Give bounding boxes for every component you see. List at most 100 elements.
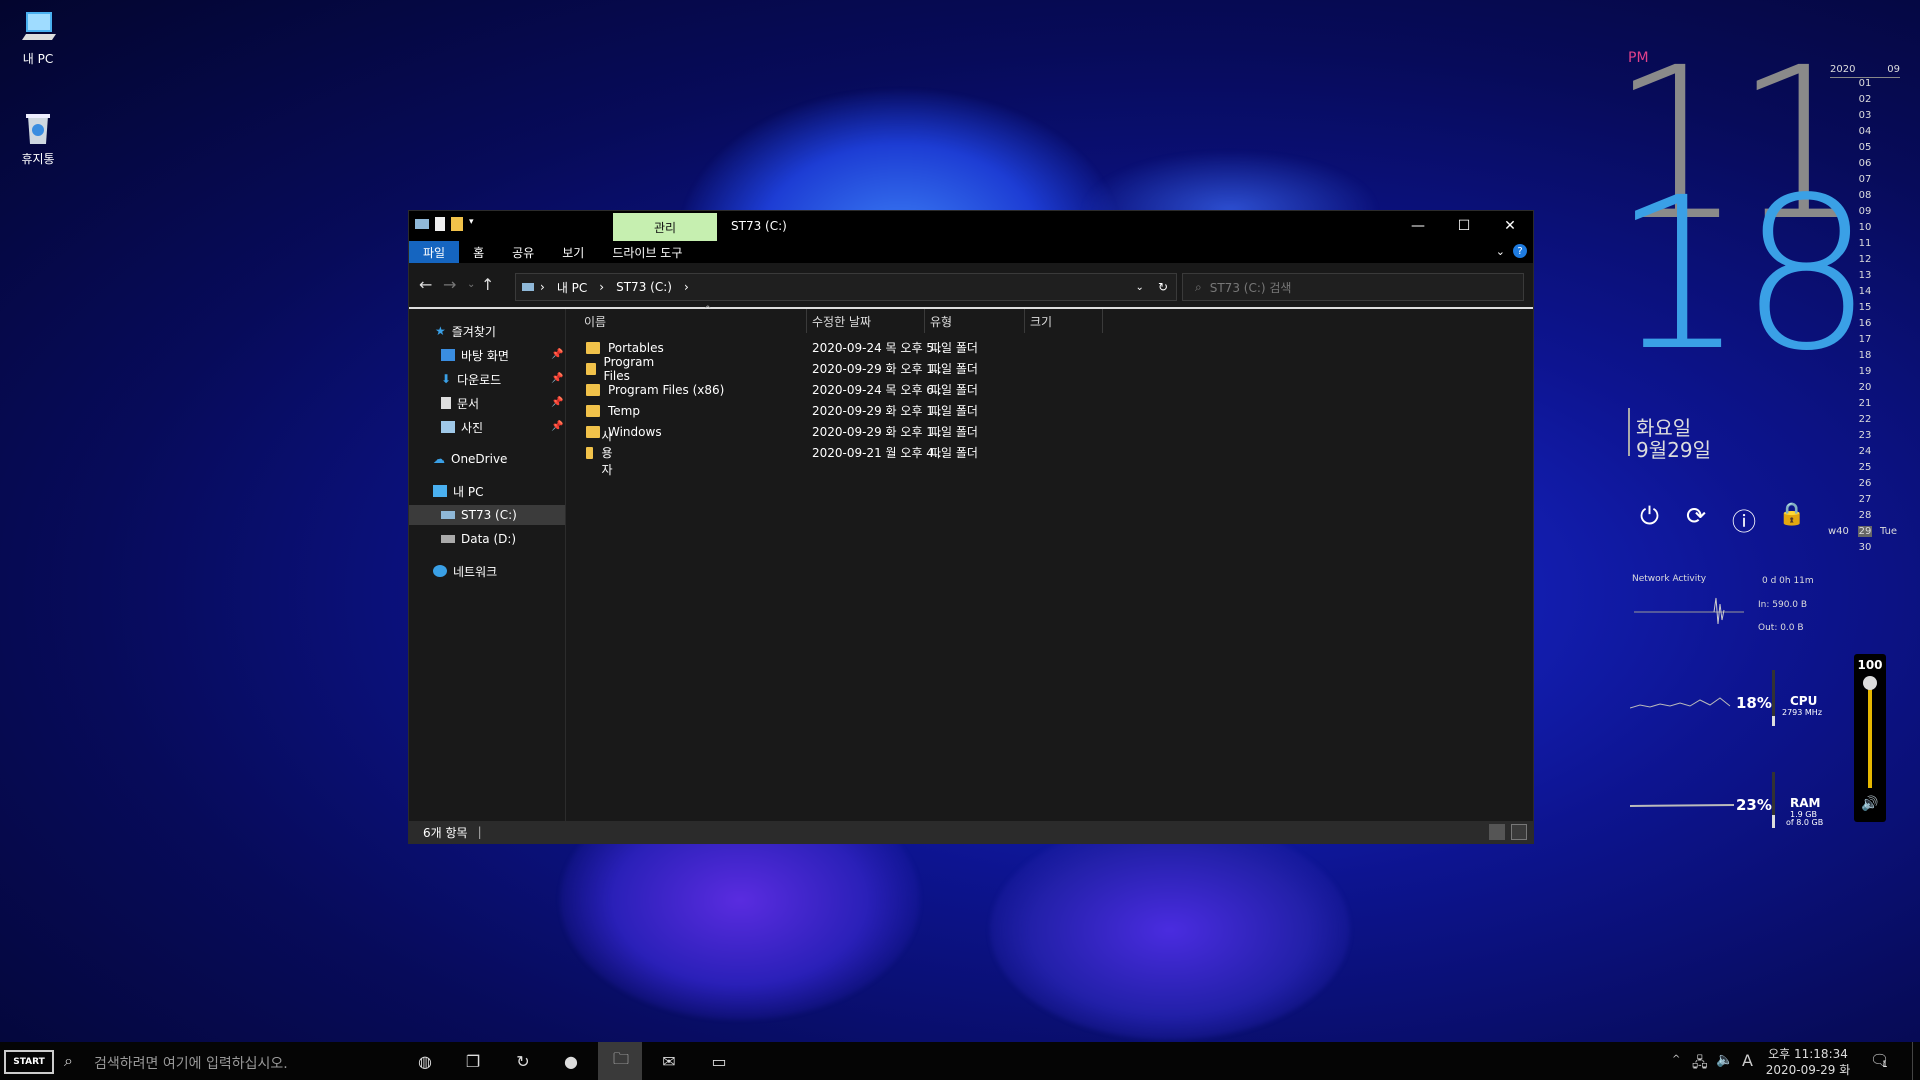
help-icon[interactable]: ?	[1513, 244, 1527, 258]
mail-icon[interactable]: ✉	[658, 1050, 680, 1072]
taskbar-time[interactable]: 오후 11:18:34	[1768, 1045, 1848, 1062]
file-explorer-icon[interactable]: 🗀	[610, 1049, 632, 1072]
calendar-day: 28	[1858, 510, 1872, 521]
forward-icon[interactable]: →	[443, 275, 456, 294]
computer-icon	[433, 485, 447, 497]
large-icons-view-icon[interactable]	[1511, 824, 1527, 840]
taskbar-date[interactable]: 2020-09-29 화	[1764, 1061, 1852, 1078]
nav-drive-d[interactable]: Data (D:)	[441, 529, 516, 549]
tab-manage[interactable]: 관리	[613, 213, 717, 241]
chrome-icon[interactable]: ●	[560, 1050, 582, 1072]
up-icon[interactable]: ↑	[481, 275, 494, 294]
item-count: 6개 항목	[423, 825, 468, 840]
restart-icon[interactable]: ⟳	[1686, 502, 1706, 530]
task-view-icon[interactable]: ❐	[462, 1050, 484, 1072]
taskbar-search-input[interactable]: 검색하려면 여기에 입력하십시오.	[94, 1053, 288, 1073]
address-bar[interactable]: › 내 PC › ST73 (C:) › ⌄ ↻	[515, 273, 1177, 301]
calendar-day: 04	[1858, 126, 1872, 137]
nav-network[interactable]: 네트워크	[433, 561, 497, 581]
search-placeholder: ST73 (C:) 검색	[1209, 280, 1292, 295]
expand-ribbon-icon[interactable]: ⌄	[1496, 245, 1505, 258]
title-bar[interactable]: ▾ 관리 ST73 (C:) — ☐ ✕	[409, 211, 1533, 241]
nav-downloads[interactable]: ⬇ 다운로드	[441, 369, 501, 389]
folder-icon	[586, 341, 600, 354]
calendar-month: 09	[1887, 64, 1900, 75]
search-box[interactable]: ⌕ ST73 (C:) 검색	[1182, 273, 1524, 301]
calendar-day: 21	[1858, 398, 1872, 409]
column-header-size[interactable]: 크기	[1024, 309, 1103, 333]
folder-icon	[586, 362, 596, 375]
search-icon: ⌕	[1195, 279, 1202, 294]
column-header-name[interactable]: 이름	[566, 309, 807, 333]
folder-icon	[586, 383, 600, 396]
recent-locations-icon[interactable]: ⌄	[467, 279, 475, 290]
desktop-icon-recycle-bin[interactable]: 휴지통	[0, 110, 76, 167]
volume-level: 100	[1857, 658, 1883, 672]
nav-label: 문서	[457, 396, 480, 411]
input-method-indicator[interactable]: A	[1742, 1051, 1753, 1070]
network-tray-icon[interactable]: 🖧	[1692, 1052, 1708, 1076]
new-folder-icon[interactable]	[451, 217, 463, 231]
file-type: 파일 폴더	[930, 425, 978, 439]
tab-drive-tools[interactable]: 드라이브 도구	[598, 241, 696, 263]
refresh-icon[interactable]: ↻	[1158, 280, 1176, 294]
star-icon: ★	[435, 324, 446, 338]
address-history-icon[interactable]: ⌄	[1136, 282, 1158, 293]
file-type: 파일 폴더	[930, 362, 978, 376]
customize-qat-icon[interactable]: ▾	[469, 217, 477, 231]
volume-tray-icon[interactable]: 🔈	[1716, 1052, 1733, 1068]
desktop-icon-this-pc[interactable]: 내 PC	[0, 10, 76, 67]
speaker-icon[interactable]: 🔊	[1854, 796, 1886, 812]
breadcrumb-c-drive[interactable]: ST73 (C:)	[610, 280, 678, 294]
properties-icon[interactable]	[435, 217, 445, 231]
nav-documents[interactable]: 문서	[441, 393, 479, 413]
pin-icon: 📌	[551, 397, 564, 408]
details-view-icon[interactable]	[1489, 824, 1505, 840]
nav-drive-c[interactable]: ST73 (C:)	[409, 505, 565, 525]
nav-desktop[interactable]: 바탕 화면	[441, 345, 509, 365]
calendar-day: 17	[1858, 334, 1872, 345]
sleep-icon[interactable]: ⓘ	[1732, 502, 1756, 537]
pin-icon: 📌	[551, 421, 564, 432]
shutdown-icon[interactable]: ⏻	[1640, 502, 1659, 530]
file-date: 2020-09-24 목 오후 5...	[812, 341, 946, 355]
nav-pictures[interactable]: 사진	[441, 417, 483, 437]
tab-file[interactable]: 파일	[409, 241, 460, 263]
calendar-day: 26	[1858, 478, 1872, 489]
volume-slider-handle[interactable]	[1863, 676, 1877, 690]
monitor-icon[interactable]: ▭	[708, 1050, 730, 1072]
start-button[interactable]: START	[4, 1050, 54, 1074]
nav-label: 내 PC	[453, 484, 484, 499]
globe-icon[interactable]: ◍	[414, 1050, 436, 1072]
nav-label: OneDrive	[451, 452, 508, 466]
file-date: 2020-09-21 월 오후 4...	[812, 446, 946, 460]
lock-icon[interactable]: 🔒	[1778, 502, 1805, 527]
nav-onedrive[interactable]: ☁ OneDrive	[433, 449, 507, 469]
breadcrumb-this-pc[interactable]: 내 PC	[551, 279, 593, 296]
tab-home[interactable]: 홈	[459, 241, 498, 263]
minimize-button[interactable]: —	[1395, 211, 1441, 241]
file-list: 이름 ^ 수정한 날짜 유형 크기 Portables 2020-09-24 목…	[566, 305, 1532, 821]
tab-view[interactable]: 보기	[548, 241, 598, 263]
nav-this-pc[interactable]: 내 PC	[433, 481, 483, 501]
column-header-type[interactable]: 유형	[924, 309, 1025, 333]
refresh-app-icon[interactable]: ↻	[512, 1050, 534, 1072]
back-icon[interactable]: ←	[419, 275, 432, 294]
volume-slider[interactable]	[1868, 680, 1872, 788]
calendar-day: 10	[1858, 222, 1872, 233]
maximize-button[interactable]: ☐	[1441, 211, 1487, 241]
column-header-date[interactable]: 수정한 날짜	[806, 309, 925, 333]
ribbon-tabs: 파일 홈 공유 보기 드라이브 도구 ⌄ ?	[409, 241, 1533, 263]
calendar-day: 20	[1858, 382, 1872, 393]
folder-icon	[586, 404, 600, 417]
show-hidden-icons-icon[interactable]: ^	[1672, 1054, 1680, 1065]
close-button[interactable]: ✕	[1487, 211, 1533, 241]
calendar-day: 09	[1858, 206, 1872, 217]
tab-share[interactable]: 공유	[498, 241, 548, 263]
nav-label: 바탕 화면	[461, 348, 509, 363]
date-label: 9월29일	[1636, 438, 1711, 462]
show-desktop-button[interactable]	[1912, 1042, 1913, 1080]
sort-ascending-icon: ^	[704, 305, 712, 315]
drive-icon	[441, 511, 455, 519]
nav-quick-access[interactable]: ★ 즐겨찾기	[435, 321, 496, 341]
